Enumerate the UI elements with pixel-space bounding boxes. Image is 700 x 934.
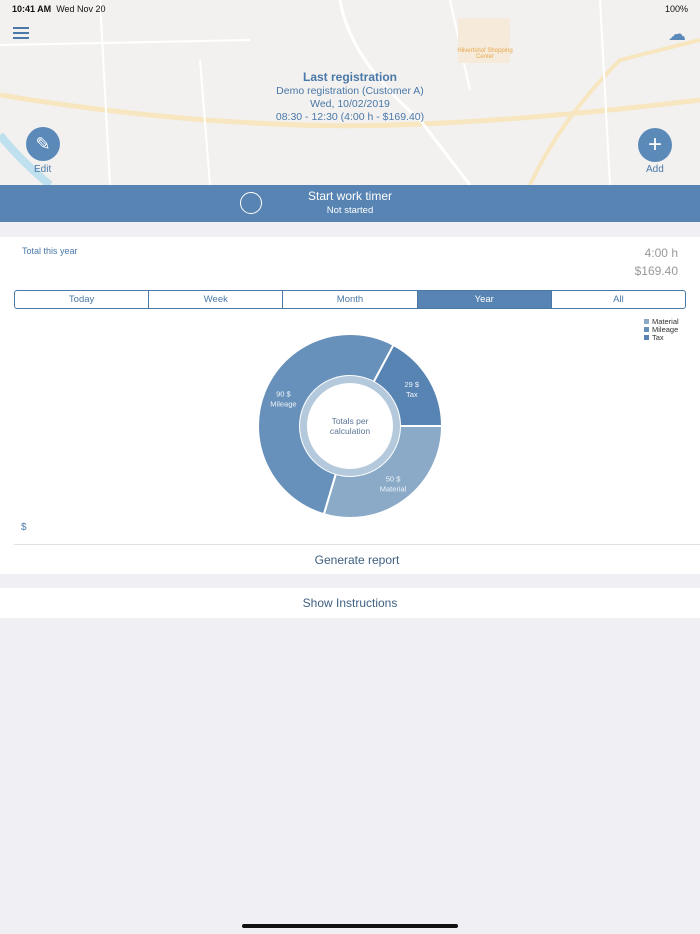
registration-time: 08:30 - 12:30 (4:00 h - $169.40)	[275, 111, 425, 123]
edit-label: Edit	[34, 164, 52, 175]
slice-label: 29 $	[404, 380, 419, 389]
total-amount: $169.40	[634, 264, 678, 278]
total-label: Total this year	[22, 246, 78, 256]
slice-label: Tax	[406, 390, 418, 399]
status-bar: 10:41 AM Wed Nov 20 100%	[12, 4, 688, 14]
tab-year[interactable]: Year	[417, 291, 552, 308]
currency-label: $	[21, 522, 27, 533]
last-registration[interactable]: Last registration Demo registration (Cus…	[0, 71, 700, 124]
date: Wed Nov 20	[56, 4, 106, 14]
center-label: calculation	[330, 426, 370, 436]
period-segmented-control[interactable]: Today Week Month Year All	[14, 290, 686, 309]
registration-date: Wed, 10/02/2019	[310, 98, 390, 110]
menu-icon[interactable]	[13, 27, 29, 42]
timer-title: Start work timer	[307, 189, 392, 203]
center-label: Totals per	[332, 416, 369, 426]
slice-label: Material	[380, 485, 407, 494]
donut-chart: 50 $Material 90 $Mileage 29 $Tax Totals per…	[257, 333, 444, 519]
home-indicator	[242, 924, 458, 928]
map-poi: Hilvertshof Shopping Center	[457, 48, 513, 60]
map[interactable]: 10:41 AM Wed Nov 20 100% ☁ Hilvertshof Sh…	[0, 0, 700, 185]
slice-label: 90 $	[276, 390, 291, 399]
time: 10:41 AM	[12, 4, 52, 14]
edit-button[interactable]: ✎	[26, 127, 60, 161]
timer-status: Not started	[326, 205, 374, 216]
total-hours: 4:00 h	[644, 246, 678, 260]
add-label: Add	[646, 164, 664, 175]
slice-label: 50 $	[386, 475, 401, 484]
show-instructions-button[interactable]: Show Instructions	[0, 588, 700, 618]
tab-all[interactable]: All	[552, 291, 685, 308]
add-button[interactable]: +	[638, 128, 672, 162]
tab-week[interactable]: Week	[149, 291, 284, 308]
tab-today[interactable]: Today	[15, 291, 150, 308]
battery: 100%	[664, 4, 688, 14]
legend-item-tax: Tax	[644, 334, 679, 342]
chart-legend: Material Mileage Tax	[644, 318, 679, 342]
generate-report-button[interactable]: Generate report	[14, 544, 700, 574]
tab-month[interactable]: Month	[283, 291, 418, 308]
last-registration-title: Last registration	[302, 70, 398, 84]
start-work-timer-button[interactable]: Start work timer Not started	[0, 185, 700, 222]
summary-card: Total this year 4:00 h $169.40 Today Week M…	[0, 237, 700, 574]
registration-name: Demo registration (Customer A)	[276, 85, 424, 97]
slice-label: Mileage	[270, 400, 296, 409]
cloud-sync-icon[interactable]: ☁	[668, 24, 686, 45]
stopwatch-icon	[240, 192, 262, 214]
